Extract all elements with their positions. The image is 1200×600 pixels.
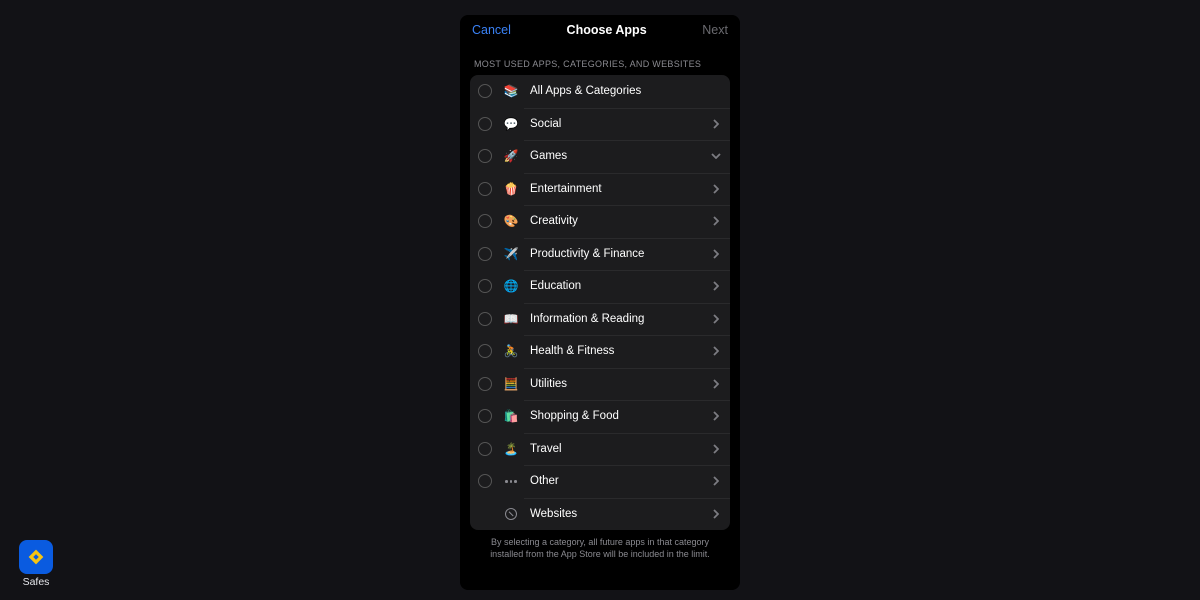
category-row-websites[interactable]: Websites xyxy=(470,498,730,531)
chevron-right-icon xyxy=(710,509,722,519)
category-label: Creativity xyxy=(530,215,710,227)
category-row-social[interactable]: 💬 Social xyxy=(470,108,730,141)
category-label: Websites xyxy=(530,508,710,520)
health-icon: 🚴 xyxy=(502,342,520,360)
radio-creativity[interactable] xyxy=(478,214,492,228)
category-row-games[interactable]: 🚀 Games xyxy=(470,140,730,173)
reading-icon: 📖 xyxy=(502,310,520,328)
category-row-utilities[interactable]: 🧮 Utilities xyxy=(470,368,730,401)
productivity-icon: ✈️ xyxy=(502,245,520,263)
category-row-travel[interactable]: 🏝️ Travel xyxy=(470,433,730,466)
chevron-down-icon xyxy=(710,153,722,159)
radio-all[interactable] xyxy=(478,84,492,98)
entertainment-icon: 🍿 xyxy=(502,180,520,198)
education-icon: 🌐 xyxy=(502,277,520,295)
category-label: Entertainment xyxy=(530,183,710,195)
radio-reading[interactable] xyxy=(478,312,492,326)
category-label: All Apps & Categories xyxy=(530,85,710,97)
choose-apps-modal: Cancel Choose Apps Next MOST USED APPS, … xyxy=(460,15,740,590)
radio-games[interactable] xyxy=(478,149,492,163)
category-row-shopping[interactable]: 🛍️ Shopping & Food xyxy=(470,400,730,433)
safes-label: Safes xyxy=(23,576,50,588)
radio-shopping[interactable] xyxy=(478,409,492,423)
social-icon: 💬 xyxy=(502,115,520,133)
page-title: Choose Apps xyxy=(567,23,647,37)
category-row-entertainment[interactable]: 🍿 Entertainment xyxy=(470,173,730,206)
chevron-right-icon xyxy=(710,216,722,226)
chevron-right-icon xyxy=(710,184,722,194)
chevron-right-icon xyxy=(710,249,722,259)
category-label: Travel xyxy=(530,443,710,455)
radio-utilities[interactable] xyxy=(478,377,492,391)
all-icon: 📚 xyxy=(502,82,520,100)
safes-logo-icon xyxy=(19,540,53,574)
category-label: Health & Fitness xyxy=(530,345,710,357)
chevron-right-icon xyxy=(710,314,722,324)
safes-badge: Safes xyxy=(14,540,58,588)
games-icon: 🚀 xyxy=(502,147,520,165)
shopping-icon: 🛍️ xyxy=(502,407,520,425)
category-label: Productivity & Finance xyxy=(530,248,710,260)
category-row-other[interactable]: Other xyxy=(470,465,730,498)
category-label: Information & Reading xyxy=(530,313,710,325)
category-label: Games xyxy=(530,150,710,162)
chevron-right-icon xyxy=(710,476,722,486)
category-label: Other xyxy=(530,475,710,487)
category-row-creativity[interactable]: 🎨 Creativity xyxy=(470,205,730,238)
radio-education[interactable] xyxy=(478,279,492,293)
footnote-text: By selecting a category, all future apps… xyxy=(476,536,724,560)
chevron-right-icon xyxy=(710,281,722,291)
category-row-productivity[interactable]: ✈️ Productivity & Finance xyxy=(470,238,730,271)
cancel-button[interactable]: Cancel xyxy=(472,23,511,37)
creativity-icon: 🎨 xyxy=(502,212,520,230)
radio-other[interactable] xyxy=(478,474,492,488)
category-row-all[interactable]: 📚 All Apps & Categories xyxy=(470,75,730,108)
radio-health[interactable] xyxy=(478,344,492,358)
category-label: Social xyxy=(530,118,710,130)
websites-icon xyxy=(502,505,520,523)
category-row-education[interactable]: 🌐 Education xyxy=(470,270,730,303)
category-row-reading[interactable]: 📖 Information & Reading xyxy=(470,303,730,336)
category-list: 📚 All Apps & Categories 💬 Social 🚀 Games 🍿 Ente… xyxy=(470,75,730,530)
category-label: Education xyxy=(530,280,710,292)
chevron-right-icon xyxy=(710,119,722,129)
chevron-right-icon xyxy=(710,411,722,421)
travel-icon: 🏝️ xyxy=(502,440,520,458)
navbar: Cancel Choose Apps Next xyxy=(460,15,740,43)
radio-social[interactable] xyxy=(478,117,492,131)
next-button[interactable]: Next xyxy=(702,23,728,37)
section-header: MOST USED APPS, CATEGORIES, AND WEBSITES xyxy=(460,43,740,73)
radio-travel[interactable] xyxy=(478,442,492,456)
radio-productivity[interactable] xyxy=(478,247,492,261)
chevron-right-icon xyxy=(710,346,722,356)
chevron-right-icon xyxy=(710,379,722,389)
category-row-health[interactable]: 🚴 Health & Fitness xyxy=(470,335,730,368)
category-label: Utilities xyxy=(530,378,710,390)
category-label: Shopping & Food xyxy=(530,410,710,422)
radio-entertainment[interactable] xyxy=(478,182,492,196)
chevron-right-icon xyxy=(710,444,722,454)
utilities-icon: 🧮 xyxy=(502,375,520,393)
other-icon xyxy=(502,472,520,490)
